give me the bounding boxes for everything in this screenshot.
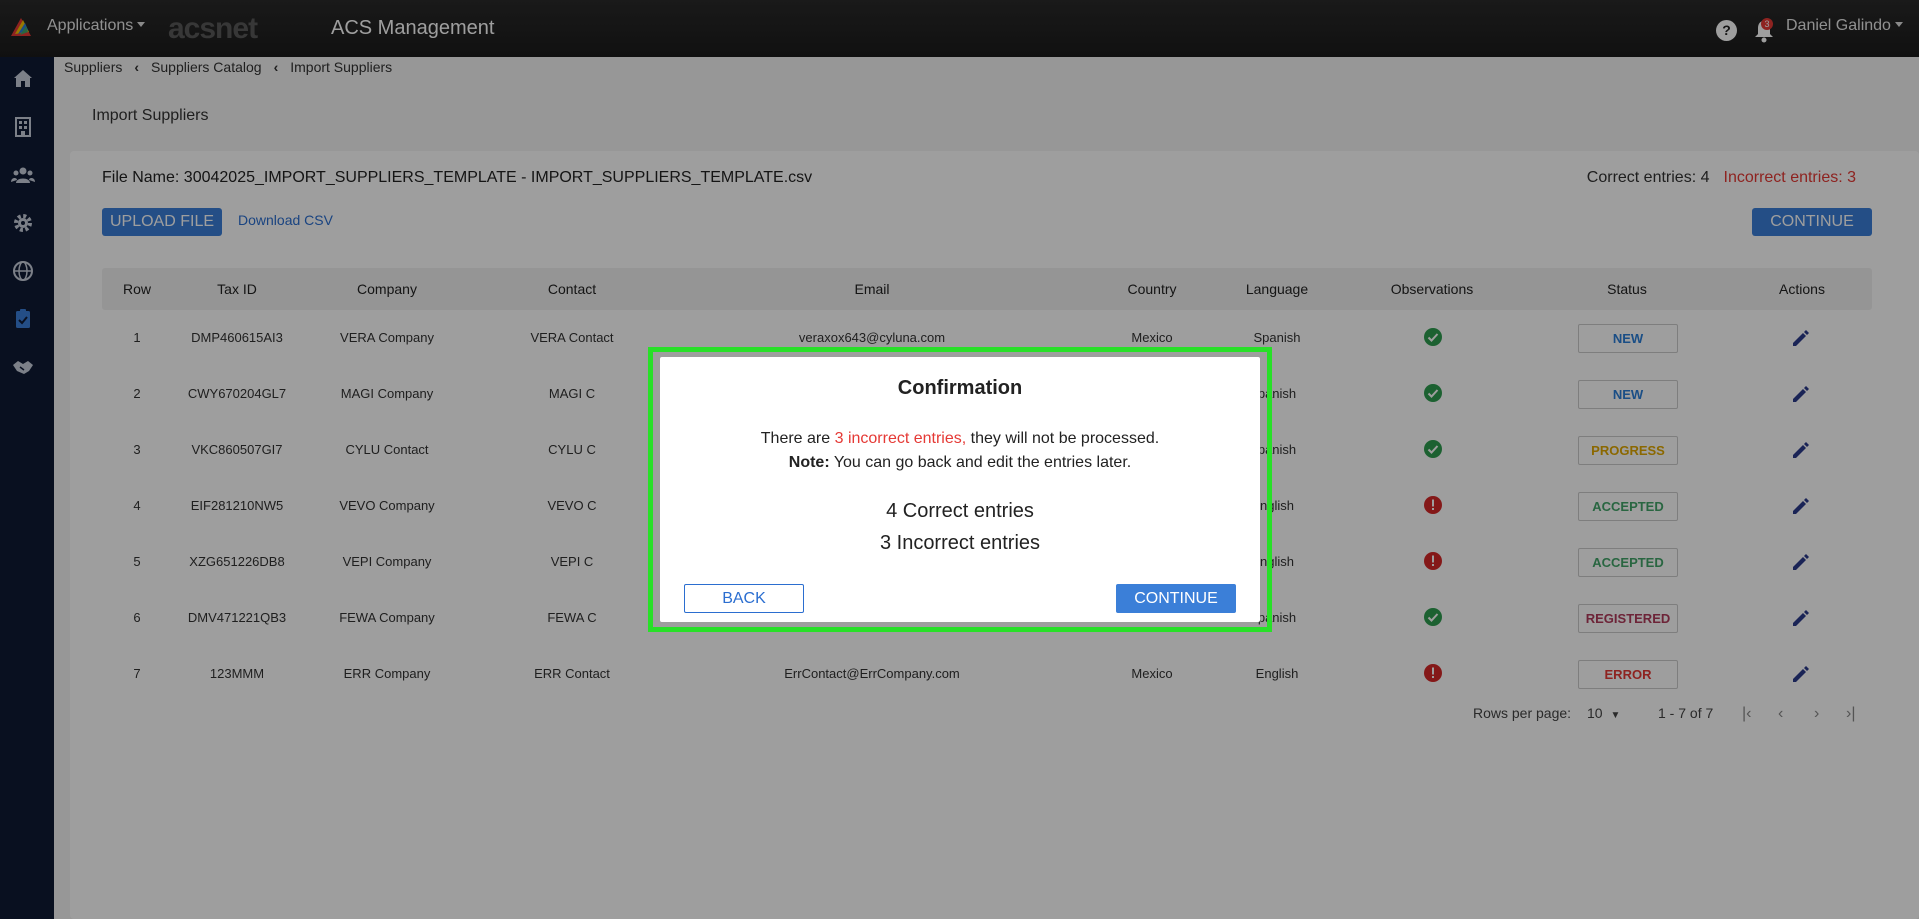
dialog-continue-button[interactable]: CONTINUE — [1116, 584, 1236, 613]
dialog-message-suffix: they will not be processed. — [966, 430, 1160, 447]
dialog-message: There are 3 incorrect entries, they will… — [660, 430, 1260, 448]
dialog-note-text: You can go back and edit the entries lat… — [829, 454, 1132, 471]
dialog-note-label: Note: — [788, 454, 830, 471]
dialog-message-prefix: There are — [760, 430, 835, 447]
dialog-incorrect-count: 3 Incorrect entries — [879, 532, 1041, 554]
dialog-message-count: 3 incorrect entries, — [834, 430, 967, 447]
dialog-title: Confirmation — [897, 377, 1023, 399]
back-button[interactable]: BACK — [684, 584, 804, 613]
dialog-note: Note: You can go back and edit the entri… — [660, 454, 1260, 472]
confirmation-dialog: Confirmation There are 3 incorrect entri… — [660, 357, 1260, 622]
dialog-correct-count: 4 Correct entries — [886, 500, 1034, 522]
